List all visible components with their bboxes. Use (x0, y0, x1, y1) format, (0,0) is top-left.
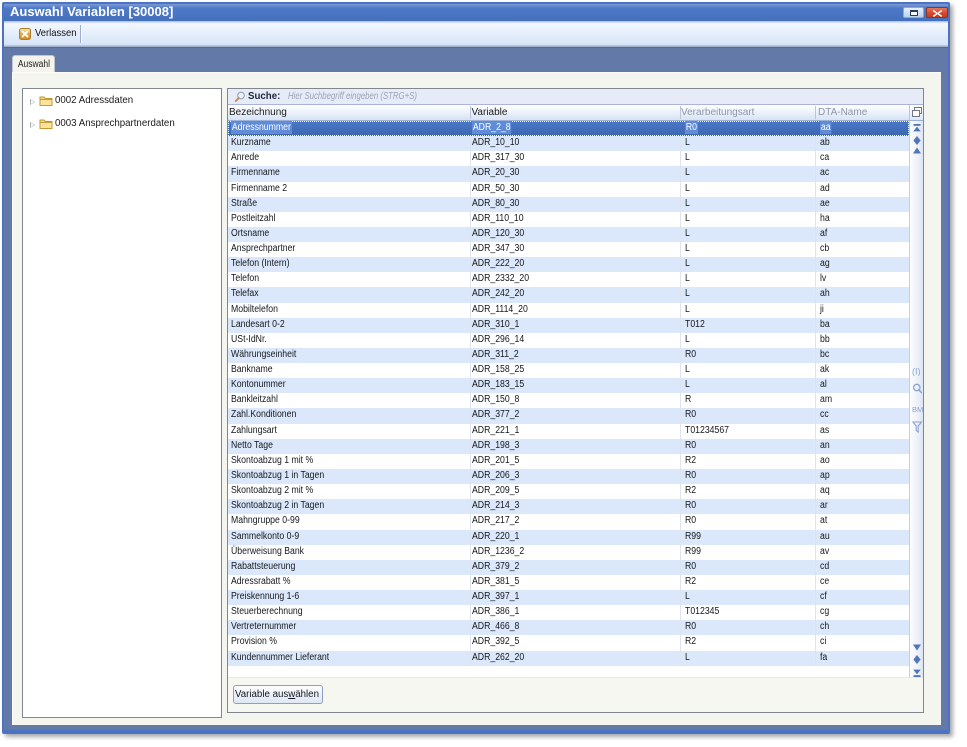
svg-text:(I): (I) (912, 367, 921, 377)
svg-text:BM: BM (912, 405, 923, 414)
